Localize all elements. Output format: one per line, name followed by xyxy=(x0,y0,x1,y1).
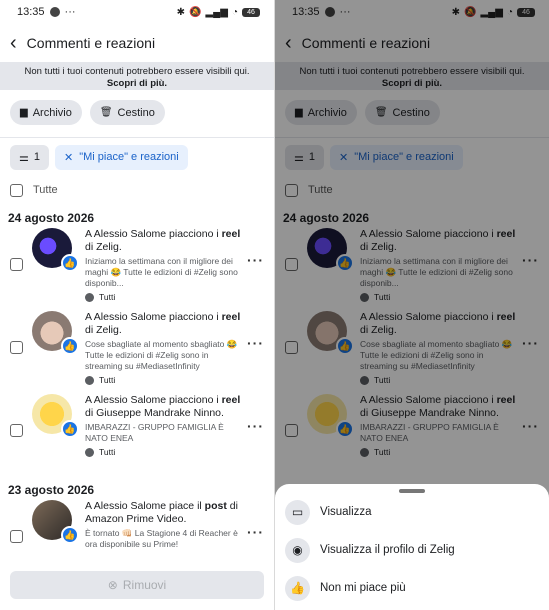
action-sheet: ▭ Visualizza ◉ Visualizza il profilo di Zel… xyxy=(275,484,549,610)
more-options-icon[interactable]: ··· xyxy=(247,418,264,434)
item-checkbox[interactable] xyxy=(10,424,23,437)
avatar: 👍 xyxy=(32,228,79,272)
activity-list: 24 agosto 2026 👍 A Alessio Salome piaccion… xyxy=(0,208,274,583)
filter-count: 1 xyxy=(33,151,40,163)
content-snippet: Cose sbagliate al momento sbagliato 😂 Tu… xyxy=(85,339,238,371)
remove-button[interactable]: ⊗ Rimuovi xyxy=(10,571,264,599)
mute-icon: 🔕 xyxy=(189,6,202,18)
select-all-label: Tutte xyxy=(33,184,58,196)
content-type: post xyxy=(204,500,227,512)
like-badge-icon: 👍 xyxy=(61,254,79,272)
sheet-menu-label: Non mi piace più xyxy=(320,582,406,594)
date-header: 24 agosto 2026 xyxy=(8,211,95,225)
remove-icon: ⊗ xyxy=(107,578,118,592)
list-item[interactable]: 👍 A Alessio Salome piacciono i reel di Gi… xyxy=(0,394,274,477)
trash-button[interactable]: 🗑 Cestino xyxy=(89,100,165,125)
activity-text-end: di Zelig. xyxy=(85,324,122,336)
status-bar: 13:35 ··· ✱ 🔕 ▂▄▆ ◔ 46 xyxy=(0,0,274,24)
battery-icon: 46 xyxy=(242,7,260,17)
activity-text: A Alessio Salome piacciono i reel di Zel… xyxy=(85,228,243,254)
back-arrow-icon[interactable]: ‹ xyxy=(10,33,17,53)
more-options-icon[interactable]: ··· xyxy=(247,524,264,540)
activity-text-start: A Alessio Salome piace il xyxy=(85,500,205,512)
item-checkbox[interactable] xyxy=(10,530,23,543)
close-icon[interactable]: ✕ xyxy=(64,151,73,164)
learn-more-link[interactable]: Scopri di più. xyxy=(107,78,167,89)
section-divider xyxy=(0,137,274,138)
activity-text: A Alessio Salome piace il post di Amazon… xyxy=(85,500,243,526)
content-type: reel xyxy=(221,311,241,323)
filter-settings-button[interactable]: ⚌ 1 xyxy=(10,144,49,170)
content-snippet: IMBARAZZI - GRUPPO FAMIGLIA È NATO ENEA xyxy=(85,422,224,443)
content-snippet: Iniziamo la settimana con il migliore de… xyxy=(85,256,238,288)
activity-text-start: A Alessio Salome piacciono i xyxy=(85,394,222,406)
globe-icon xyxy=(85,375,94,385)
sheet-menu-item[interactable]: ▭ Visualizza xyxy=(275,493,549,531)
item-checkbox[interactable] xyxy=(10,258,23,271)
content-type: reel xyxy=(221,394,241,406)
archive-icon: ▆ xyxy=(20,107,28,118)
like-badge-icon: 👍 xyxy=(61,337,79,355)
profile-icon: ◉ xyxy=(285,537,310,563)
audience-label: Tutti xyxy=(99,447,116,457)
archive-button[interactable]: ▆ Archivio xyxy=(10,100,82,125)
trash-label: Cestino xyxy=(117,106,155,119)
remove-bar: ⊗ Rimuovi xyxy=(0,565,274,610)
list-item[interactable]: 👍 A Alessio Salome piacciono i reel di Ze… xyxy=(0,228,274,311)
globe-icon xyxy=(85,447,94,457)
audience-row: Tutti xyxy=(85,292,243,302)
sheet-menu-item[interactable]: 👍 Non mi piace più xyxy=(275,569,549,607)
globe-icon xyxy=(85,292,94,302)
archive-label: Archivio xyxy=(32,106,72,119)
audience-row: Tutti xyxy=(85,447,243,457)
audience-label: Tutti xyxy=(99,292,116,302)
date-header: 23 agosto 2026 xyxy=(8,483,95,497)
sheet-menu-label: Visualizza il profilo di Zelig xyxy=(320,544,455,556)
avatar: 👍 xyxy=(32,500,79,544)
notice-text: Non tutti i tuoi contenuti potrebbero es… xyxy=(24,66,250,77)
activity-text: A Alessio Salome piacciono i reel di Giu… xyxy=(85,394,243,420)
visibility-notice: Non tutti i tuoi contenuti potrebbero es… xyxy=(0,62,274,90)
content-snippet: È tornato 👊🏻 La Stagione 4 di Reacher è … xyxy=(85,528,238,549)
trash-icon: 🗑 xyxy=(99,107,113,118)
activity-text-start: A Alessio Salome piacciono i xyxy=(85,228,222,240)
like-badge-icon: 👍 xyxy=(61,526,79,544)
messenger-icon xyxy=(49,7,60,17)
activity-text-end: di Giuseppe Mandrake Ninno. xyxy=(85,407,224,419)
content-type: reel xyxy=(221,228,241,240)
item-checkbox[interactable] xyxy=(10,341,23,354)
activity-text: A Alessio Salome piacciono i reel di Zel… xyxy=(85,311,243,337)
select-all-checkbox[interactable] xyxy=(10,183,23,197)
avatar: 👍 xyxy=(32,311,79,355)
screen-with-sheet: 13:35 ··· ✱ 🔕 ▂▄▆ ◔ 46 ‹ Commenti e reaz… xyxy=(275,0,549,610)
wifi-icon: ◔ xyxy=(231,6,238,18)
bluetooth-icon: ✱ xyxy=(176,6,186,18)
status-time: 13:35 xyxy=(17,6,45,18)
remove-label: Rimuovi xyxy=(122,578,167,592)
sheet-menu-label: Visualizza xyxy=(320,506,372,518)
audience-label: Tutti xyxy=(99,375,116,385)
select-all-row[interactable]: Tutte xyxy=(0,175,274,205)
sheet-menu-item[interactable]: ◉ Visualizza il profilo di Zelig xyxy=(275,531,549,569)
active-filter-label: "Mi piace" e reazioni xyxy=(79,151,179,163)
list-item[interactable]: 👍 A Alessio Salome piacciono i reel di Ze… xyxy=(0,311,274,394)
activity-text-end: di Zelig. xyxy=(85,241,122,253)
more-notifications-icon: ··· xyxy=(64,6,76,18)
top-bar: ‹ Commenti e reazioni xyxy=(0,24,274,62)
more-options-icon[interactable]: ··· xyxy=(247,252,264,268)
avatar: 👍 xyxy=(32,394,79,438)
view-icon: ▭ xyxy=(285,499,310,525)
thumbs-up-icon: 👍 xyxy=(285,575,310,601)
signal-icon: ▂▄▆ xyxy=(205,6,228,18)
screen-list: 13:35 ··· ✱ 🔕 ▂▄▆ ◔ 46 ‹ Commenti e reaz… xyxy=(0,0,274,610)
audience-row: Tutti xyxy=(85,375,243,385)
active-filter-chip[interactable]: ✕ "Mi piace" e reazioni xyxy=(55,144,188,170)
activity-text-start: A Alessio Salome piacciono i xyxy=(85,311,222,323)
page-title: Commenti e reazioni xyxy=(26,35,156,51)
filter-sliders-icon: ⚌ xyxy=(19,151,29,164)
more-options-icon[interactable]: ··· xyxy=(247,335,264,351)
like-badge-icon: 👍 xyxy=(61,420,79,438)
